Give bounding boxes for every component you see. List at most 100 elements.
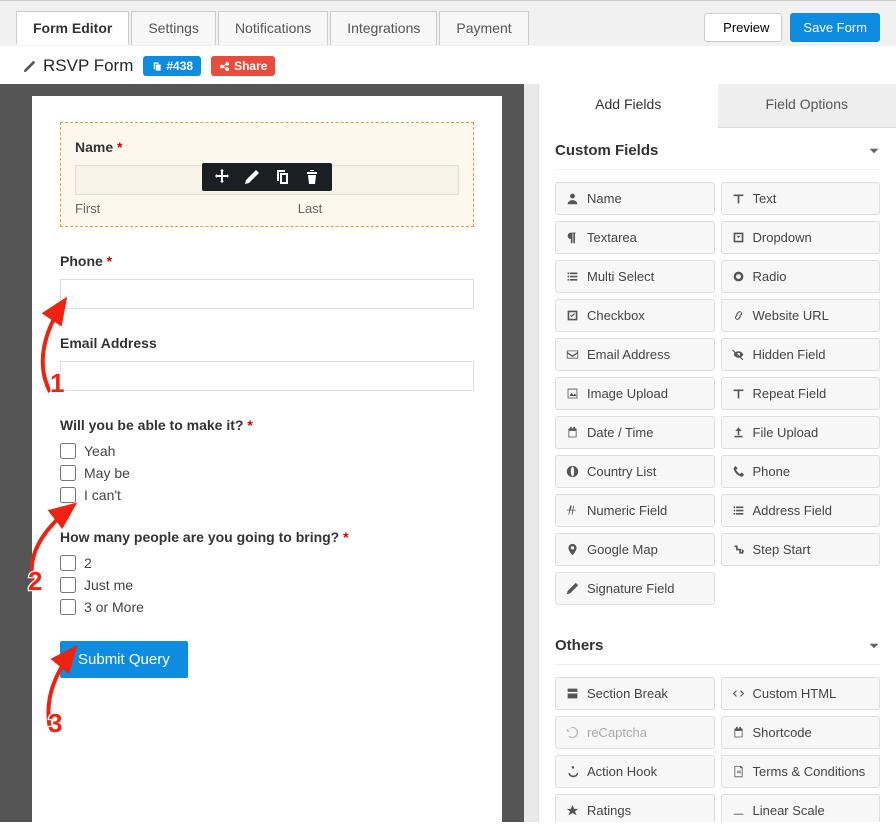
image-icon xyxy=(566,387,579,400)
field-type-label: Custom HTML xyxy=(753,686,837,701)
radio-icon xyxy=(732,270,745,283)
field-type-shortcode[interactable]: Shortcode xyxy=(721,716,881,749)
field-type-label: Checkbox xyxy=(587,308,645,323)
field-type-section-break[interactable]: Section Break xyxy=(555,677,715,710)
save-form-button[interactable]: Save Form xyxy=(790,13,880,42)
people-opt-0[interactable] xyxy=(60,555,76,571)
list-icon xyxy=(566,270,579,283)
last-sublabel: Last xyxy=(298,201,323,216)
field-type-google-map[interactable]: Google Map xyxy=(555,533,715,566)
preview-scrollbar[interactable] xyxy=(524,84,538,822)
preview-label: Preview xyxy=(723,20,769,35)
edit-icon[interactable] xyxy=(244,169,260,185)
tab-payment[interactable]: Payment xyxy=(439,11,528,45)
field-type-hidden-field[interactable]: Hidden Field xyxy=(721,338,881,371)
phone-input[interactable] xyxy=(60,279,474,309)
move-icon[interactable] xyxy=(214,169,230,185)
globe-icon xyxy=(566,465,579,478)
sidetab-field-options[interactable]: Field Options xyxy=(718,84,896,128)
attend-opt-0[interactable] xyxy=(60,443,76,459)
field-type-radio[interactable]: Radio xyxy=(721,260,881,293)
short-icon xyxy=(732,726,745,739)
field-email[interactable]: Email Address xyxy=(60,335,474,391)
delete-icon[interactable] xyxy=(304,169,320,185)
field-type-label: Name xyxy=(587,191,622,206)
preview-button[interactable]: Preview xyxy=(704,13,782,42)
field-phone[interactable]: Phone * xyxy=(60,253,474,309)
field-type-country-list[interactable]: Country List xyxy=(555,455,715,488)
field-type-address-field[interactable]: Address Field xyxy=(721,494,881,527)
field-type-label: Text xyxy=(753,191,777,206)
field-type-website-url[interactable]: Website URL xyxy=(721,299,881,332)
field-type-custom-html[interactable]: Custom HTML xyxy=(721,677,881,710)
field-type-ratings[interactable]: Ratings xyxy=(555,794,715,822)
pin-icon xyxy=(566,543,579,556)
share-badge[interactable]: Share xyxy=(211,56,275,76)
field-type-label: Ratings xyxy=(587,803,631,818)
form-id-badge[interactable]: #438 xyxy=(143,56,201,76)
field-type-label: Shortcode xyxy=(753,725,812,740)
people-label: How many people are you going to bring? … xyxy=(60,529,474,545)
field-type-file-upload[interactable]: File Upload xyxy=(721,416,881,449)
share-text: Share xyxy=(234,59,267,73)
field-attend[interactable]: Will you be able to make it? * Yeah May … xyxy=(60,417,474,503)
repeat-icon xyxy=(732,387,745,400)
field-type-action-hook[interactable]: Action Hook xyxy=(555,755,715,788)
field-type-checkbox[interactable]: Checkbox xyxy=(555,299,715,332)
submit-button[interactable]: Submit Query xyxy=(60,641,188,678)
field-type-label: Repeat Field xyxy=(753,386,827,401)
field-type-email-address[interactable]: Email Address xyxy=(555,338,715,371)
people-opt-2[interactable] xyxy=(60,599,76,615)
field-type-multi-select[interactable]: Multi Select xyxy=(555,260,715,293)
tab-notifications[interactable]: Notifications xyxy=(218,11,328,45)
field-people[interactable]: How many people are you going to bring? … xyxy=(60,529,474,615)
section-icon xyxy=(566,687,579,700)
people-opt-1-label: Just me xyxy=(84,577,133,593)
field-type-repeat-field[interactable]: Repeat Field xyxy=(721,377,881,410)
duplicate-icon[interactable] xyxy=(274,169,290,185)
people-opt-0-label: 2 xyxy=(84,555,92,571)
field-type-phone[interactable]: Phone xyxy=(721,455,881,488)
field-type-date-time[interactable]: Date / Time xyxy=(555,416,715,449)
field-type-dropdown[interactable]: Dropdown xyxy=(721,221,881,254)
html-icon xyxy=(732,687,745,700)
tab-integrations[interactable]: Integrations xyxy=(330,11,437,45)
hash-icon xyxy=(566,504,579,517)
field-type-linear-scale[interactable]: Linear Scale xyxy=(721,794,881,822)
attend-opt-1-label: May be xyxy=(84,465,130,481)
first-sublabel: First xyxy=(75,201,298,216)
field-name[interactable]: Name * First Last xyxy=(60,122,474,227)
accordion-others[interactable]: Others xyxy=(555,623,880,665)
field-type-recaptcha: reCaptcha xyxy=(555,716,715,749)
field-type-label: Linear Scale xyxy=(753,803,825,818)
field-type-step-start[interactable]: Step Start xyxy=(721,533,881,566)
field-type-label: Hidden Field xyxy=(753,347,826,362)
field-type-image-upload[interactable]: Image Upload xyxy=(555,377,715,410)
user-icon xyxy=(566,192,579,205)
accordion-custom-fields[interactable]: Custom Fields xyxy=(555,128,880,170)
field-type-numeric-field[interactable]: Numeric Field xyxy=(555,494,715,527)
field-type-signature-field[interactable]: Signature Field xyxy=(555,572,715,605)
field-type-text[interactable]: Text xyxy=(721,182,881,215)
field-type-label: Radio xyxy=(753,269,787,284)
sig-icon xyxy=(566,582,579,595)
custom-fields-head: Custom Fields xyxy=(555,142,658,159)
attend-opt-2[interactable] xyxy=(60,487,76,503)
attend-opt-1[interactable] xyxy=(60,465,76,481)
field-type-name[interactable]: Name xyxy=(555,182,715,215)
email-input[interactable] xyxy=(60,361,474,391)
field-type-textarea[interactable]: Textarea xyxy=(555,221,715,254)
sidetab-add-fields[interactable]: Add Fields xyxy=(539,84,718,128)
field-toolbar xyxy=(202,163,332,191)
field-type-label: Date / Time xyxy=(587,425,653,440)
people-opt-1[interactable] xyxy=(60,577,76,593)
nav-tabs: Form Editor Settings Notifications Integ… xyxy=(16,11,531,45)
tab-form-editor[interactable]: Form Editor xyxy=(16,11,129,45)
attend-opt-0-label: Yeah xyxy=(84,443,115,459)
cal-icon xyxy=(566,426,579,439)
attend-label: Will you be able to make it? * xyxy=(60,417,474,433)
field-type-terms-conditions[interactable]: Terms & Conditions xyxy=(721,755,881,788)
tab-settings[interactable]: Settings xyxy=(131,11,216,45)
people-opt-2-label: 3 or More xyxy=(84,599,144,615)
email-label: Email Address xyxy=(60,335,474,351)
